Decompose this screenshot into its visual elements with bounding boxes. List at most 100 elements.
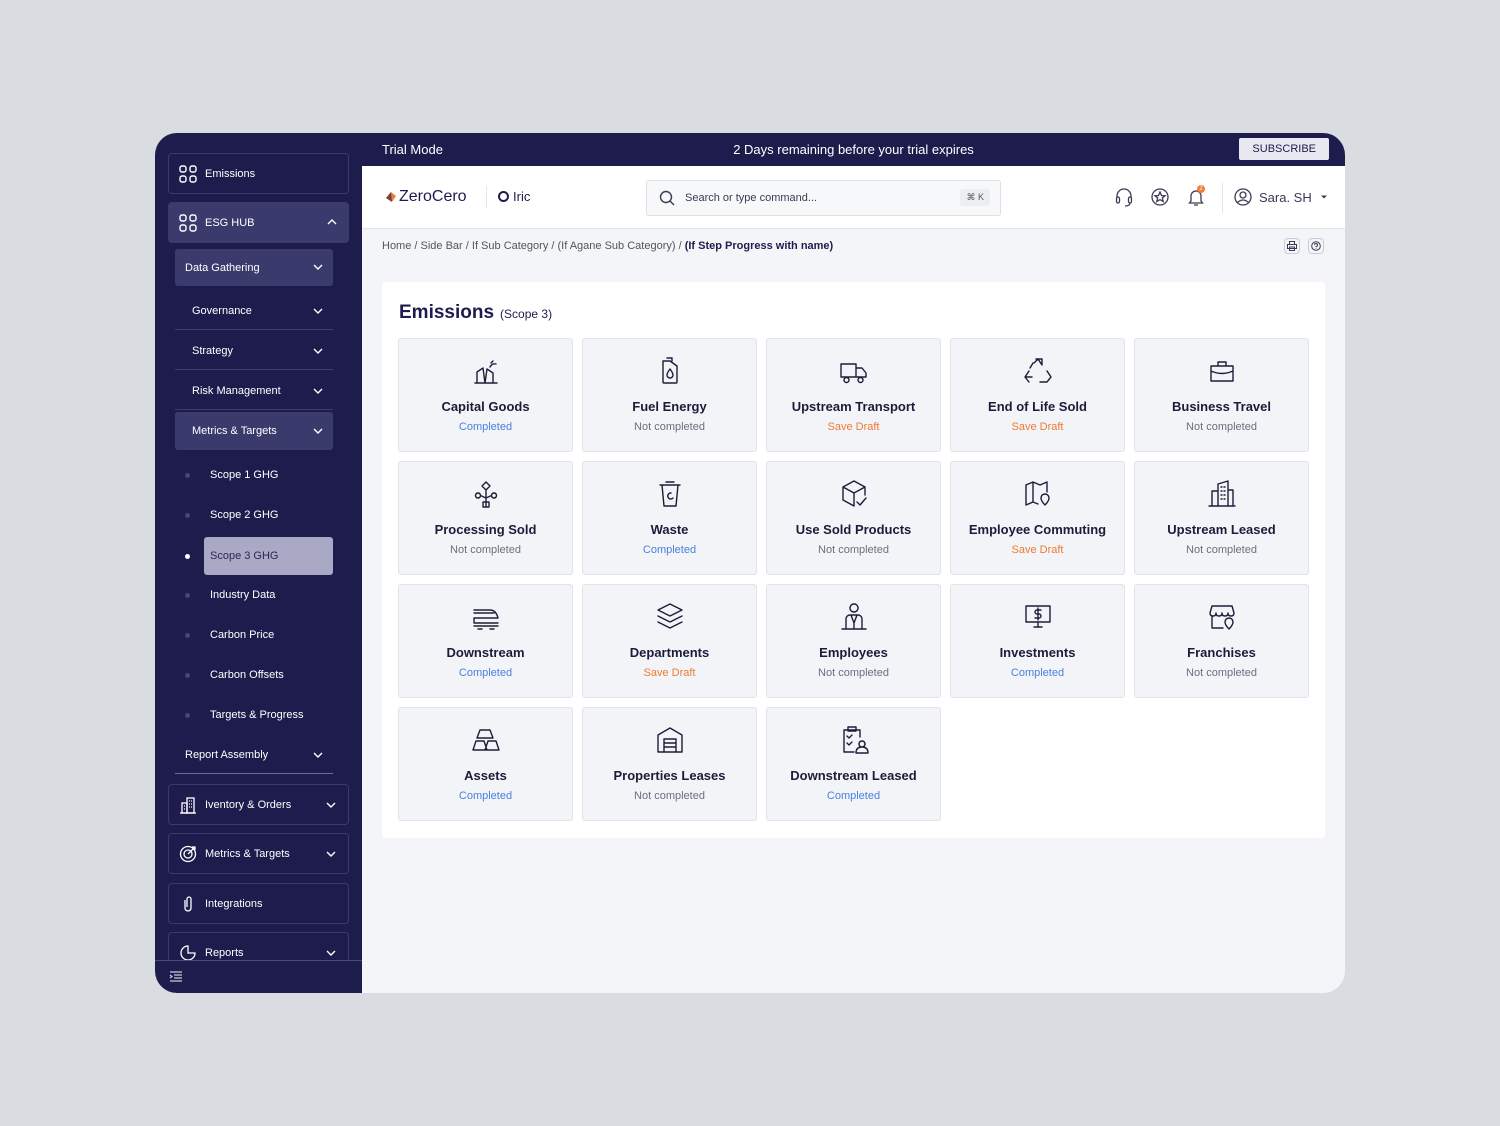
card-title: Capital Goods xyxy=(441,399,530,414)
sidebar-item-metrics-targets[interactable]: Metrics & Targets xyxy=(168,833,349,874)
user-menu[interactable]: Sara. SH xyxy=(1234,188,1328,206)
sidebar-item-label: Data Gathering xyxy=(185,261,260,274)
bullet-dot xyxy=(185,592,190,598)
card-status: Save Draft xyxy=(827,421,880,433)
building-icon xyxy=(179,796,197,814)
category-card[interactable]: End of Life Sold Save Draft xyxy=(950,338,1125,452)
category-card[interactable]: Downstream Completed xyxy=(398,584,573,698)
sidebar-item-label: Metrics & Targets xyxy=(192,425,277,437)
card-title: Use Sold Products xyxy=(795,522,912,537)
help-icon xyxy=(1311,241,1321,251)
sidebar-item-inventory-orders[interactable]: Iventory & Orders xyxy=(168,784,349,825)
category-card[interactable]: Upstream Leased Not completed xyxy=(1134,461,1309,575)
divider xyxy=(486,186,487,208)
card-status: Completed xyxy=(458,667,513,679)
sidebar-leaf-industry-data[interactable]: Industry Data xyxy=(185,577,333,613)
chevron-down-icon xyxy=(311,304,325,318)
card-title: Upstream Transport xyxy=(791,399,916,414)
bullet-dot xyxy=(185,472,190,478)
category-card[interactable]: Waste Completed xyxy=(582,461,757,575)
grid-icon xyxy=(179,213,197,232)
category-card[interactable]: Assets Completed xyxy=(398,707,573,821)
category-card[interactable]: Employees Not completed xyxy=(766,584,941,698)
category-card[interactable]: Employee Commuting Save Draft xyxy=(950,461,1125,575)
dollar-monitor-icon xyxy=(1022,601,1054,633)
category-card[interactable]: Capital Goods Completed xyxy=(398,338,573,452)
org-logo-icon xyxy=(498,191,509,202)
main-area: Trial Mode 2 Days remaining before your … xyxy=(362,133,1345,993)
sidebar-item-label: ESG HUB xyxy=(205,216,255,229)
sidebar-leaf-scope-1[interactable]: Scope 1 GHG xyxy=(185,457,333,493)
category-card[interactable]: Upstream Transport Save Draft xyxy=(766,338,941,452)
sidebar-item-label: Report Assembly xyxy=(185,748,269,761)
card-title: Franchises xyxy=(1187,645,1256,660)
card-title: Properties Leases xyxy=(613,768,726,783)
breadcrumb-item[interactable]: Home xyxy=(382,240,411,252)
sidebar-item-strategy[interactable]: Strategy xyxy=(175,332,333,370)
sidebar-item-label: Iventory & Orders xyxy=(205,798,292,811)
sidebar-item-data-gathering[interactable]: Data Gathering xyxy=(175,249,333,286)
headset-icon[interactable] xyxy=(1114,187,1134,207)
subscribe-button[interactable]: SUBSCRIBE xyxy=(1239,138,1329,160)
category-card[interactable]: Properties Leases Not completed xyxy=(582,707,757,821)
card-title: Downstream Leased xyxy=(790,768,917,783)
trial-mode-label: Trial Mode xyxy=(382,142,443,157)
category-card[interactable]: Fuel Energy Not completed xyxy=(582,338,757,452)
sidebar-item-label: Risk Management xyxy=(192,384,281,397)
sidebar-item-report-assembly[interactable]: Report Assembly xyxy=(175,736,333,774)
trial-banner: Trial Mode 2 Days remaining before your … xyxy=(362,133,1345,166)
page-tools xyxy=(1284,238,1324,254)
sidebar-item-emissions[interactable]: Emissions xyxy=(168,153,349,194)
category-card[interactable]: Processing Sold Not completed xyxy=(398,461,573,575)
search-placeholder: Search or type command... xyxy=(685,192,818,204)
card-status: Save Draft xyxy=(1011,544,1064,556)
help-button[interactable] xyxy=(1308,238,1324,254)
buildings-icon xyxy=(1206,478,1238,510)
grid-icon xyxy=(179,164,197,183)
card-status: Completed xyxy=(458,421,513,433)
sidebar-leaf-scope-3[interactable]: Scope 3 GHG xyxy=(185,537,333,575)
sidebar-leaf-targets-progress[interactable]: Targets & Progress xyxy=(185,697,333,733)
sidebar-item-integrations[interactable]: Integrations xyxy=(168,883,349,924)
search-shortcut: ⌘ K xyxy=(960,189,990,206)
print-button[interactable] xyxy=(1284,238,1300,254)
app-window: Emissions ESG HUB Data Gathering Governa… xyxy=(155,133,1345,993)
sidebar-leaf-carbon-price[interactable]: Carbon Price xyxy=(185,617,333,653)
category-card[interactable]: Franchises Not completed xyxy=(1134,584,1309,698)
sidebar-scroll[interactable]: Emissions ESG HUB Data Gathering Governa… xyxy=(155,133,362,960)
category-card[interactable]: Downstream Leased Completed xyxy=(766,707,941,821)
card-status: Not completed xyxy=(1186,421,1257,433)
sidebar-leaf-scope-2[interactable]: Scope 2 GHG xyxy=(185,497,333,533)
card-title: Upstream Leased xyxy=(1167,522,1276,537)
sidebar-item-governance[interactable]: Governance xyxy=(175,292,333,330)
org-switcher[interactable]: Iric xyxy=(498,189,530,204)
breadcrumb-item[interactable]: (If Agane Sub Category) xyxy=(558,240,676,252)
sidebar-item-esg-hub[interactable]: ESG HUB xyxy=(168,202,349,243)
card-title: Downstream xyxy=(446,645,525,660)
sidebar-collapse-button[interactable] xyxy=(155,960,362,993)
category-card[interactable]: Use Sold Products Not completed xyxy=(766,461,941,575)
sidebar-leaf-carbon-offsets[interactable]: Carbon Offsets xyxy=(185,657,333,693)
breadcrumb-item[interactable]: Side Bar xyxy=(421,240,463,252)
category-card[interactable]: Investments Completed xyxy=(950,584,1125,698)
bullet-dot xyxy=(185,672,190,678)
target-icon xyxy=(179,845,197,863)
bell-icon[interactable]: 2 xyxy=(1186,185,1206,207)
chevron-up-icon xyxy=(326,216,338,228)
category-card[interactable]: Business Travel Not completed xyxy=(1134,338,1309,452)
sidebar-item-label: Strategy xyxy=(192,344,233,357)
network-icon xyxy=(470,478,502,510)
category-card[interactable]: Departments Save Draft xyxy=(582,584,757,698)
sidebar-item-risk-management[interactable]: Risk Management xyxy=(175,372,333,410)
sidebar-leaf-label: Scope 1 GHG xyxy=(210,469,279,481)
brand-logo[interactable]: ZeroCero xyxy=(386,188,467,206)
breadcrumb-item[interactable]: If Sub Category xyxy=(472,240,548,252)
star-badge-icon[interactable] xyxy=(1150,187,1170,207)
bullet-dot xyxy=(185,712,190,718)
train-icon xyxy=(470,601,502,633)
sidebar-item-reports[interactable]: Reports xyxy=(168,932,349,960)
search-input[interactable]: Search or type command... ⌘ K xyxy=(646,180,1001,216)
sidebar-item-metrics-targets-sub[interactable]: Metrics & Targets xyxy=(175,412,333,450)
card-status: Not completed xyxy=(634,421,705,433)
chevron-down-icon xyxy=(311,384,325,398)
